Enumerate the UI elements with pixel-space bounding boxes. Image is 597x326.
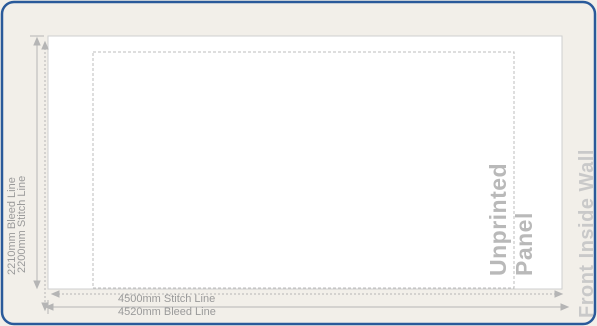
panel-line-2: Panel (511, 212, 537, 276)
front-inside-wall-title: Front Inside Wall (576, 149, 597, 318)
stitch-height-label: 2200mm Stitch Line (16, 175, 28, 273)
diagram-frame: 4500mm Stitch Line 4520mm Bleed Line 221… (0, 0, 597, 326)
bleed-width-label: 4520mm Bleed Line (118, 306, 216, 318)
unprinted-panel-label: Unprinted Panel (485, 163, 537, 276)
panel-line-1: Unprinted (485, 162, 511, 276)
stitch-width-label: 4500mm Stitch Line (118, 293, 216, 305)
